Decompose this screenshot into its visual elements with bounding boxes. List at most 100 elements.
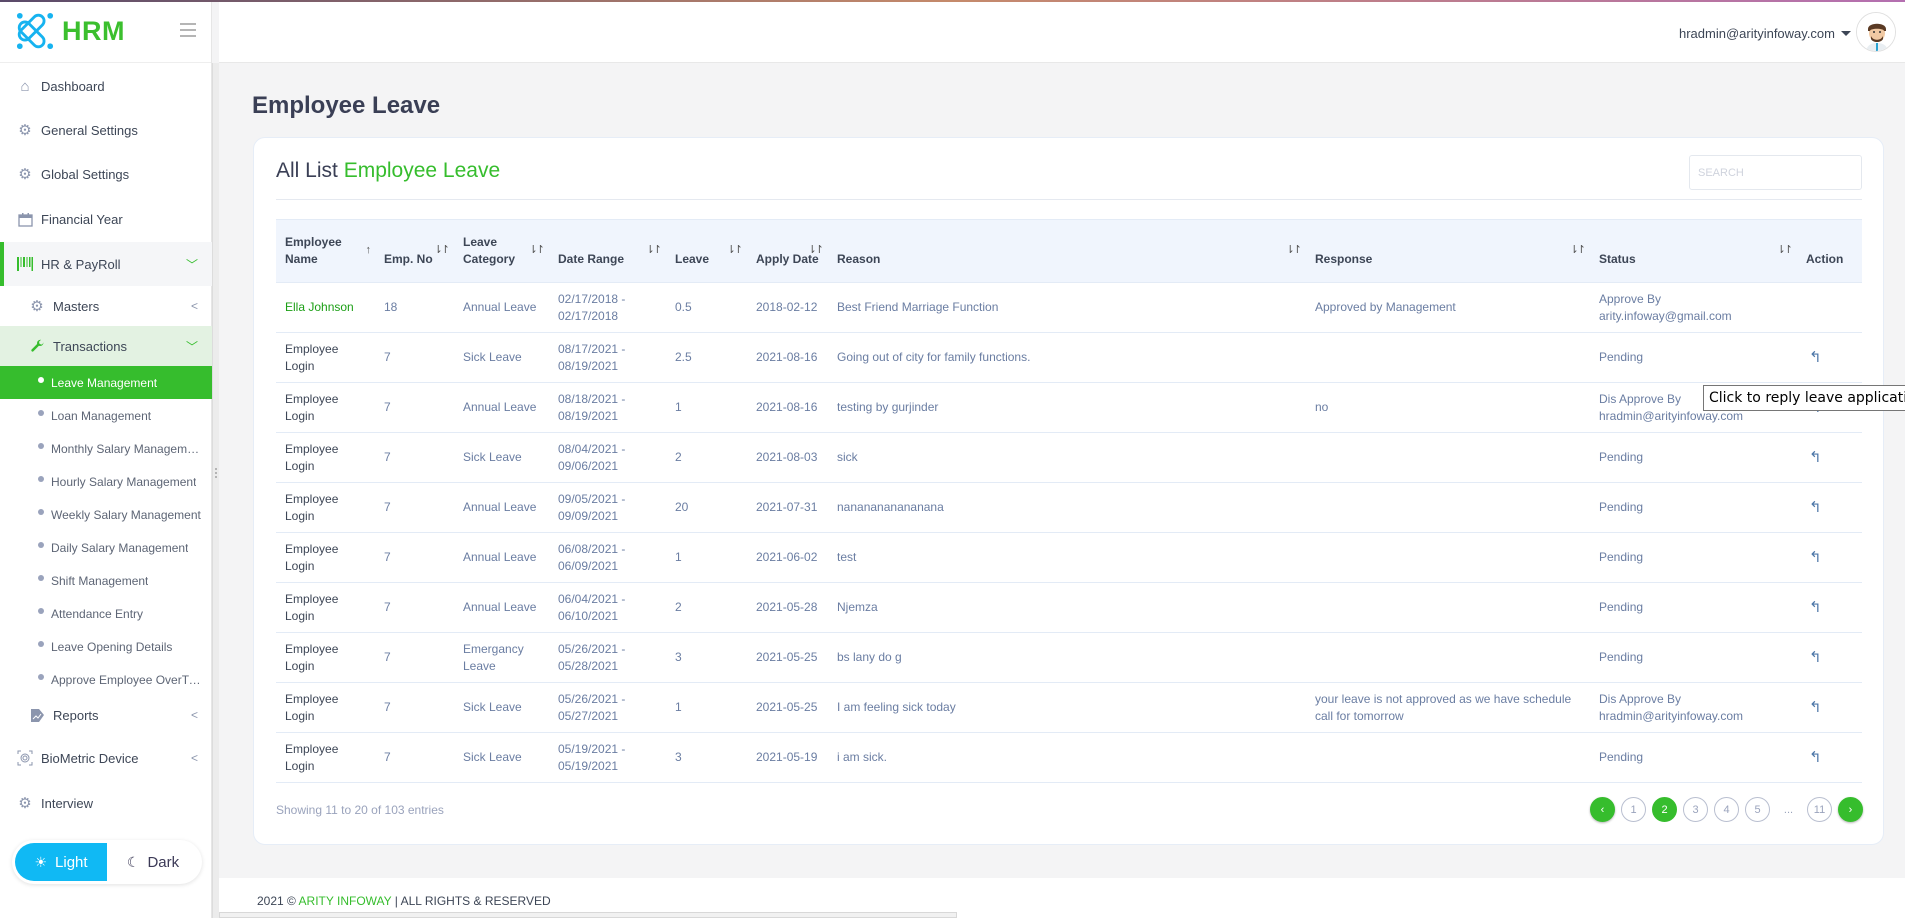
sidebar-item-dashboard[interactable]: ⌂ Dashboard <box>0 64 212 108</box>
theme-light-button[interactable]: ☀ Light <box>15 843 107 881</box>
reply-icon[interactable]: ↰ <box>1809 349 1822 366</box>
column-header-leave-category[interactable]: Leave Category ⇂↾ <box>454 219 549 283</box>
sidebar-item-masters[interactable]: ⚙ Masters < <box>0 286 212 326</box>
date-range-cell: 06/04/2021 -06/10/2021 <box>549 582 666 633</box>
bullet-icon <box>38 409 44 416</box>
emp-no-cell: 7 <box>375 382 454 433</box>
table-row: Ella Johnson 18 Annual Leave 02/17/2018 -02… <box>276 282 1862 333</box>
sidebar-scrollbar[interactable] <box>212 63 219 918</box>
sidebar-item-leave-management[interactable]: Leave Management <box>0 366 212 399</box>
sidebar-item-loan-management[interactable]: Loan Management <box>0 399 212 432</box>
date-range-cell: 02/17/2018 -02/17/2018 <box>549 282 666 333</box>
sidebar-item-leave-opening-details[interactable]: Leave Opening Details <box>0 630 212 663</box>
reply-icon[interactable]: ↰ <box>1809 749 1822 766</box>
date-range-cell: 06/08/2021 -06/09/2021 <box>549 532 666 583</box>
sidebar-item-hourly-salary-management[interactable]: Hourly Salary Management <box>0 465 212 498</box>
page-button-3[interactable]: 3 <box>1683 797 1708 822</box>
sidebar-item-shift-management[interactable]: Shift Management <box>0 564 212 597</box>
date-range-cell: 08/04/2021 -09/06/2021 <box>549 432 666 483</box>
search-input[interactable] <box>1689 155 1862 190</box>
reply-icon[interactable]: ↰ <box>1809 649 1822 666</box>
bullet-icon <box>38 640 44 647</box>
status-cell: Dis Approve By hradmin@arityinfoway.com <box>1590 682 1797 733</box>
reason-cell: Best Friend Marriage Function <box>828 282 1306 333</box>
reply-icon[interactable]: ↰ <box>1809 449 1822 466</box>
sidebar-item-transactions[interactable]: Transactions ﹀ <box>0 326 212 366</box>
sidebar-item-monthly-salary-management[interactable]: Monthly Salary Management <box>0 432 212 465</box>
home-icon: ⌂ <box>20 77 30 95</box>
page-button-5[interactable]: 5 <box>1745 797 1770 822</box>
action-cell <box>1797 282 1862 333</box>
reply-icon[interactable]: ↰ <box>1809 599 1822 616</box>
sidebar-item-hr-payroll[interactable]: HR & PayRoll ﹀ <box>0 242 212 286</box>
leave-category-cell: Sick Leave <box>454 432 549 483</box>
brand: HRM <box>0 0 211 63</box>
employee-name-cell: Employee Login <box>276 632 375 683</box>
leave-table: Employee Name ↑ Emp. No ⇂↾ Leave Category ⇂… <box>276 219 1862 783</box>
sort-icon: ⇂↾ <box>1569 244 1587 256</box>
action-cell: ↰ <box>1797 432 1862 483</box>
column-header-response[interactable]: Response ⇂↾ <box>1306 219 1590 283</box>
reply-icon[interactable]: ↰ <box>1809 699 1822 716</box>
action-cell: ↰ <box>1797 532 1862 583</box>
sort-icon: ⇂↾ <box>807 244 825 256</box>
action-cell: ↰ <box>1797 682 1862 733</box>
company-link[interactable]: ARITY INFOWAY <box>299 894 392 908</box>
sidebar-item-label: Reports <box>53 707 99 723</box>
apply-date-cell: 2021-05-19 <box>747 732 828 783</box>
action-cell: ↰ <box>1797 482 1862 533</box>
sidebar-item-label: Masters <box>53 298 100 314</box>
sidebar-item-approve-employee-overtime[interactable]: Approve Employee OverTime <box>0 663 212 696</box>
emp-no-cell: 18 <box>375 282 454 333</box>
sidebar-item-reports[interactable]: Reports < <box>0 695 212 735</box>
page-button-1[interactable]: 1 <box>1621 797 1646 822</box>
status-cell: Pending <box>1590 732 1797 783</box>
user-menu-dropdown[interactable]: hradmin@arityinfoway.com <box>1679 26 1851 41</box>
card-title: All List Employee Leave <box>276 159 501 182</box>
sidebar-item-attendance-entry[interactable]: Attendance Entry <box>0 597 212 630</box>
sidebar-item-weekly-salary-management[interactable]: Weekly Salary Management <box>0 498 212 531</box>
employee-name-cell: Employee Login <box>276 482 375 533</box>
fingerprint-icon <box>17 750 33 766</box>
reason-cell: i am sick. <box>828 732 1306 783</box>
gear-icon: ⚙ <box>18 795 32 812</box>
page-button-2[interactable]: 2 <box>1652 797 1677 822</box>
avatar[interactable] <box>1856 12 1896 52</box>
reply-icon[interactable]: ↰ <box>1809 499 1822 516</box>
sidebar-item-interview[interactable]: ⚙ Interview <box>0 781 212 825</box>
theme-dark-button[interactable]: ☾ Dark <box>107 843 199 881</box>
reason-cell: Going out of city for family functions. <box>828 332 1306 383</box>
employee-name-cell[interactable]: Ella Johnson <box>276 282 375 333</box>
column-header-leave[interactable]: Leave ⇂↾ <box>666 219 747 283</box>
column-header-action: Action <box>1797 219 1862 283</box>
prev-page-button[interactable]: ‹ <box>1590 797 1615 822</box>
sidebar-item-financial-year[interactable]: Financial Year <box>0 197 212 241</box>
leave-category-cell: Sick Leave <box>454 332 549 383</box>
column-header-apply-date[interactable]: Apply Date ⇂↾ <box>747 219 828 283</box>
apply-date-cell: 2021-08-16 <box>747 332 828 383</box>
reply-icon[interactable]: ↰ <box>1809 549 1822 566</box>
column-header-status[interactable]: Status ⇂↾ <box>1590 219 1797 283</box>
sidebar-item-general-settings[interactable]: ⚙ General Settings <box>0 108 212 152</box>
hrm-logo-icon <box>16 12 54 50</box>
sun-icon: ☀ <box>34 853 48 870</box>
sidebar-item-label: General Settings <box>41 122 138 138</box>
emp-no-cell: 7 <box>375 632 454 683</box>
horizontal-scrollbar[interactable] <box>219 912 957 918</box>
column-header-emp-no[interactable]: Emp. No ⇂↾ <box>375 219 454 283</box>
menu-toggle-icon[interactable] <box>180 23 196 37</box>
page-button-4[interactable]: 4 <box>1714 797 1739 822</box>
reason-cell: bs lany do g <box>828 632 1306 683</box>
date-range-cell: 09/05/2021 -09/09/2021 <box>549 482 666 533</box>
page-button-11[interactable]: 11 <box>1807 797 1832 822</box>
column-header-employee-name[interactable]: Employee Name ↑ <box>276 219 375 283</box>
next-page-button[interactable]: › <box>1838 797 1863 822</box>
column-header-date-range[interactable]: Date Range ⇂↾ <box>549 219 666 283</box>
leave-days-cell: 1 <box>666 682 747 733</box>
column-header-reason[interactable]: Reason ⇂↾ <box>828 219 1306 283</box>
leave-days-cell: 1 <box>666 532 747 583</box>
sidebar-item-biometric-device[interactable]: BioMetric Device < <box>0 736 212 780</box>
reason-cell: nananananananana <box>828 482 1306 533</box>
sidebar-item-global-settings[interactable]: ⚙ Global Settings <box>0 152 212 196</box>
sidebar-item-daily-salary-management[interactable]: Daily Salary Management <box>0 531 212 564</box>
